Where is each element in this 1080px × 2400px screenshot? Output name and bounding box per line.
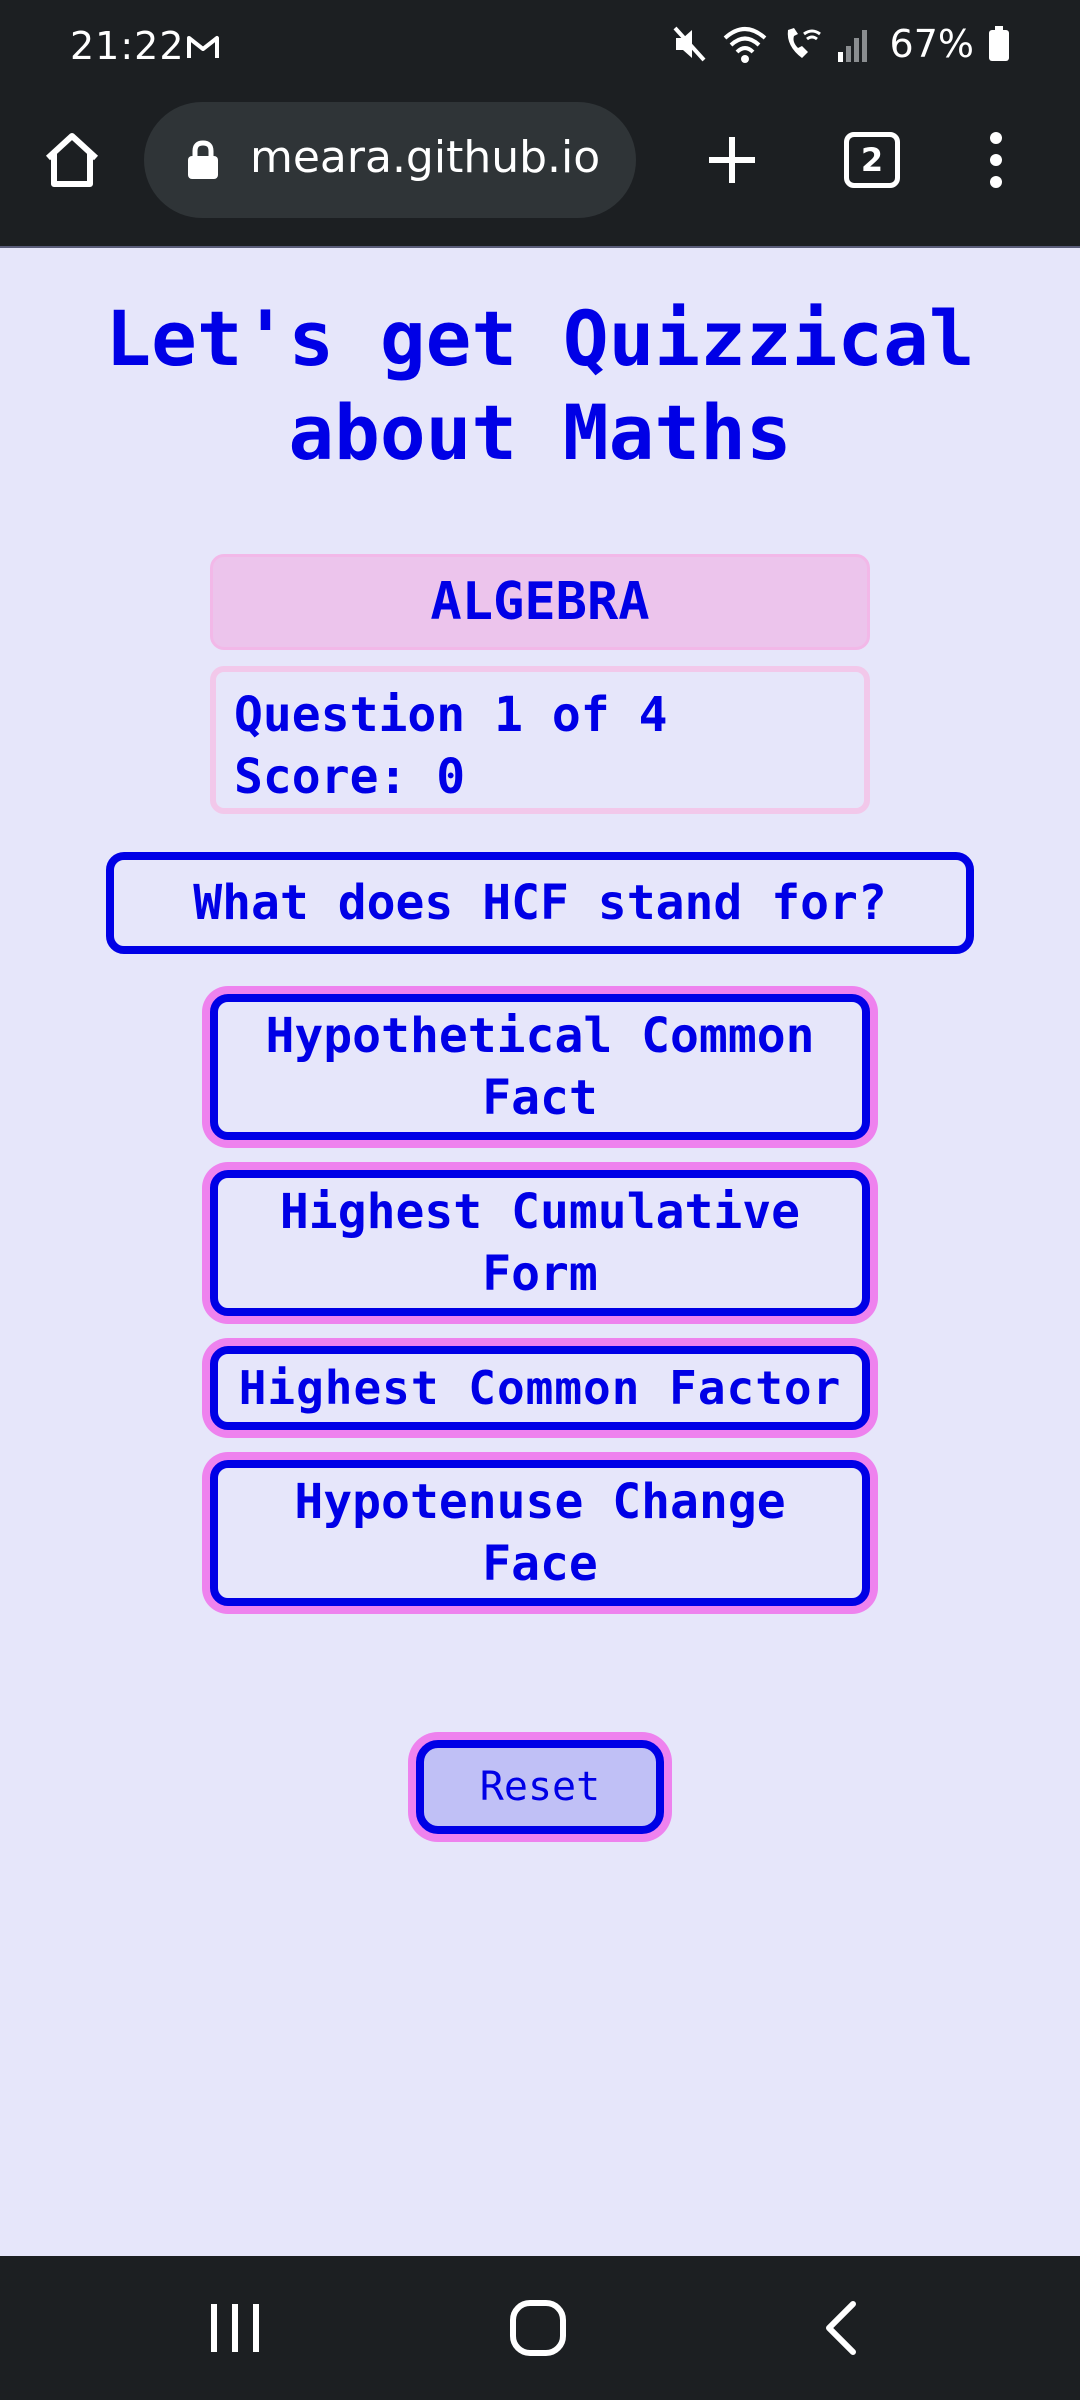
- wifi-calling-icon: [787, 28, 821, 58]
- page-title: Let's get Quizzical about Maths: [40, 292, 1040, 480]
- page-title-line-2: about Maths: [288, 388, 792, 477]
- answer-option-2-line-1: Highest Cumulative: [279, 1184, 801, 1240]
- system-navigation-bar: [0, 2256, 1080, 2400]
- answer-option-3-line-1: Highest Common Factor: [238, 1361, 842, 1415]
- answer-option-1-line-2: Fact: [482, 1070, 598, 1126]
- tab-switcher-button[interactable]: 2: [844, 132, 900, 188]
- recents-icon: [211, 2304, 259, 2352]
- answer-option-1-line-1: Hypothetical Common: [265, 1008, 815, 1064]
- url-text: meara.github.io: [250, 132, 601, 183]
- reset-button[interactable]: Reset: [416, 1740, 664, 1834]
- back-button[interactable]: [796, 2286, 886, 2370]
- question-counter: Question 1 of 4: [234, 687, 668, 743]
- page-title-line-1: Let's get Quizzical: [105, 294, 975, 383]
- answer-option-1[interactable]: Hypothetical Common Fact: [210, 994, 870, 1140]
- answer-option-4[interactable]: Hypotenuse Change Face: [210, 1460, 870, 1606]
- lock-icon: [188, 140, 218, 179]
- status-bar: 21:22 67%: [0, 0, 1080, 96]
- new-tab-button[interactable]: [696, 124, 768, 196]
- battery-level: 67%: [889, 22, 974, 66]
- system-home-button[interactable]: [493, 2286, 583, 2370]
- mute-icon: [673, 26, 706, 62]
- more-vert-icon: [990, 132, 1002, 188]
- progress-panel: Question 1 of 4 Score: 0: [210, 666, 870, 814]
- toolbar-divider: [0, 246, 1080, 248]
- browser-home-button[interactable]: [36, 124, 108, 196]
- answer-option-2[interactable]: Highest Cumulative Form: [210, 1170, 870, 1316]
- score-display: Score: 0: [234, 749, 466, 805]
- answer-option-3[interactable]: Highest Common Factor: [210, 1346, 870, 1430]
- home-icon: [45, 133, 99, 187]
- browser-menu-button[interactable]: [970, 124, 1022, 196]
- answer-option-4-line-1: Hypotenuse Change: [294, 1474, 786, 1530]
- plus-icon: [709, 137, 755, 183]
- recents-button[interactable]: [190, 2286, 280, 2370]
- browser-toolbar: meara.github.io 2: [0, 96, 1080, 246]
- category-label: ALGEBRA: [210, 554, 870, 650]
- battery-icon: [989, 26, 1009, 61]
- back-icon: [826, 2301, 856, 2355]
- answer-option-2-line-2: Form: [482, 1246, 598, 1302]
- signal-icon: [837, 30, 867, 62]
- home-circle-icon: [510, 2300, 566, 2356]
- gmail-icon: [187, 36, 219, 58]
- address-bar[interactable]: meara.github.io: [144, 102, 636, 218]
- question-text: What does HCF stand for?: [106, 852, 974, 954]
- answer-option-4-line-2: Face: [482, 1536, 598, 1592]
- wifi-icon: [723, 27, 766, 63]
- status-time: 21:22: [70, 24, 185, 68]
